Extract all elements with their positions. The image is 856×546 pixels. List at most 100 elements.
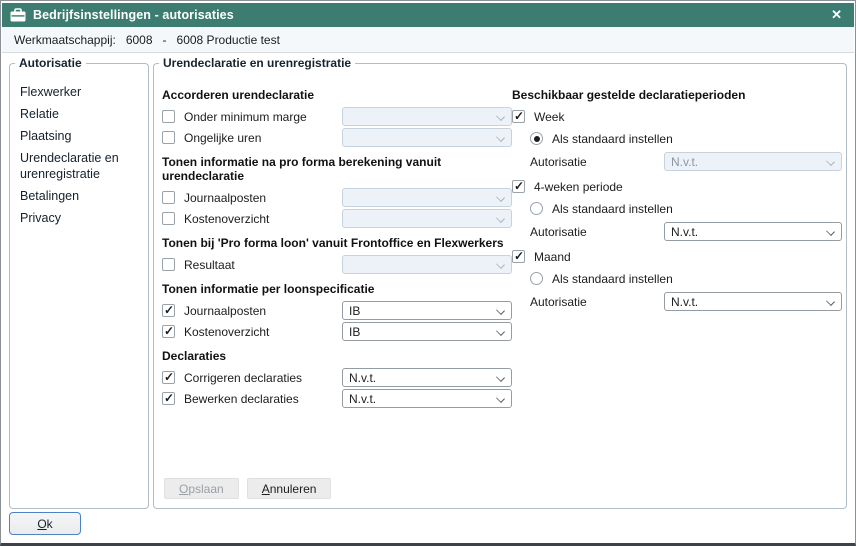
setting-row-journaalposten-proforma: Journaalposten <box>162 188 512 207</box>
radio-label: Als standaard instellen <box>552 272 673 286</box>
dropdown-autorisatie-4weken[interactable]: N.v.t. <box>664 222 842 241</box>
setting-label: Journaalposten <box>184 191 311 205</box>
chevron-down-icon <box>826 297 835 306</box>
checkbox-kostenoverzicht-proforma[interactable] <box>162 212 175 225</box>
dropdown-value: N.v.t. <box>349 392 376 406</box>
sidebar-nav: Flexwerker Relatie Plaatsing Urendeclara… <box>10 64 148 226</box>
window-title: Bedrijfsinstellingen - autorisaties <box>33 8 234 22</box>
radio-standaard-week[interactable] <box>530 132 543 145</box>
cancel-button[interactable]: Annuleren <box>247 478 332 499</box>
setting-row-onder-minimum-marge: Onder minimum marge <box>162 107 512 126</box>
chevron-down-icon <box>496 373 505 382</box>
period-label: Week <box>534 110 564 124</box>
checkbox-journaalposten-proforma[interactable] <box>162 191 175 204</box>
chevron-down-icon <box>496 306 505 315</box>
briefcase-icon <box>10 8 26 22</box>
setting-row-kostenoverzicht-loonspec: Kostenoverzicht IB <box>162 322 512 341</box>
dropdown-autorisatie-maand[interactable]: N.v.t. <box>664 292 842 311</box>
settings-column-right: Beschikbaar gestelde declaratieperioden … <box>512 64 842 317</box>
radio-label: Als standaard instellen <box>552 202 673 216</box>
chevron-down-icon <box>496 260 505 269</box>
main-group: Urendeclaratie en urenregistratie Accord… <box>153 63 847 509</box>
dropdown-autorisatie-week[interactable]: N.v.t. <box>664 152 842 171</box>
setting-label: Journaalposten <box>184 304 311 318</box>
dropdown-kostenoverzicht-proforma[interactable] <box>342 209 512 228</box>
section-title-loonspecificatie: Tonen informatie per loonspecificatie <box>162 282 512 296</box>
chevron-down-icon <box>496 214 505 223</box>
checkbox-week[interactable] <box>512 110 525 123</box>
radio-standaard-maand[interactable] <box>530 272 543 285</box>
dropdown-ongelijke-uren[interactable] <box>342 128 512 147</box>
title-bar: Bedrijfsinstellingen - autorisaties ✕ <box>2 3 854 27</box>
dropdown-journaalposten-loonspec[interactable]: IB <box>342 301 512 320</box>
checkbox-bewerken-declaraties[interactable] <box>162 392 175 405</box>
section-title-declaraties: Declaraties <box>162 349 512 363</box>
chevron-down-icon <box>496 133 505 142</box>
close-icon[interactable]: ✕ <box>827 7 846 23</box>
sidebar-item-privacy[interactable]: Privacy <box>20 210 140 226</box>
checkbox-journaalposten-loonspec[interactable] <box>162 304 175 317</box>
section-title-proforma-loon: Tonen bij 'Pro forma loon' vanuit Fronto… <box>162 236 512 250</box>
ok-button[interactable]: Ok <box>9 512 81 535</box>
werkmaatschappij-code: 6008 <box>126 33 153 47</box>
dropdown-value: N.v.t. <box>671 155 698 169</box>
setting-label: Bewerken declaraties <box>184 392 311 406</box>
chevron-down-icon <box>496 394 505 403</box>
autorisatie-row-week: Autorisatie N.v.t. <box>530 151 842 172</box>
chevron-down-icon <box>826 157 835 166</box>
dropdown-corrigeren-declaraties[interactable]: N.v.t. <box>342 368 512 387</box>
sidebar-item-betalingen[interactable]: Betalingen <box>20 188 140 204</box>
setting-label: Onder minimum marge <box>184 110 311 124</box>
dropdown-journaalposten-proforma[interactable] <box>342 188 512 207</box>
checkbox-ongelijke-uren[interactable] <box>162 131 175 144</box>
setting-row-journaalposten-loonspec: Journaalposten IB <box>162 301 512 320</box>
werkmaatschappij-separator: - <box>163 33 167 47</box>
period-row-4weken: 4-weken periode <box>512 177 842 196</box>
werkmaatschappij-company: 6008 Productie test <box>177 33 280 47</box>
dropdown-value: N.v.t. <box>671 225 698 239</box>
sidebar-item-flexwerker[interactable]: Flexwerker <box>20 84 140 100</box>
dropdown-value: N.v.t. <box>349 371 376 385</box>
form-actions: Opslaan Annuleren <box>164 478 331 499</box>
dropdown-resultaat[interactable] <box>342 255 512 274</box>
autorisatie-label: Autorisatie <box>530 155 662 169</box>
dropdown-value: IB <box>349 325 360 339</box>
chevron-down-icon <box>496 193 505 202</box>
sidebar-item-relatie[interactable]: Relatie <box>20 106 140 122</box>
sidebar-item-urendeclaratie[interactable]: Urendeclaratie en urenregistratie <box>20 150 140 182</box>
section-title-proforma-urendeclaratie: Tonen informatie na pro forma berekening… <box>162 155 512 183</box>
dropdown-value: N.v.t. <box>671 295 698 309</box>
sidebar-legend: Autorisatie <box>15 56 86 70</box>
setting-label: Ongelijke uren <box>184 131 311 145</box>
checkbox-corrigeren-declaraties[interactable] <box>162 371 175 384</box>
default-row-4weken: Als standaard instellen <box>530 199 842 218</box>
dialog-window: Bedrijfsinstellingen - autorisaties ✕ We… <box>0 0 856 546</box>
radio-label: Als standaard instellen <box>552 132 673 146</box>
dropdown-onder-minimum-marge[interactable] <box>342 107 512 126</box>
checkbox-maand[interactable] <box>512 250 525 263</box>
autorisatie-row-4weken: Autorisatie N.v.t. <box>530 221 842 242</box>
period-row-week: Week <box>512 107 842 126</box>
setting-label: Kostenoverzicht <box>184 212 311 226</box>
radio-standaard-4weken[interactable] <box>530 202 543 215</box>
chevron-down-icon <box>826 227 835 236</box>
dropdown-bewerken-declaraties[interactable]: N.v.t. <box>342 389 512 408</box>
werkmaatschappij-label: Werkmaatschappij: <box>14 33 116 47</box>
checkbox-onder-minimum-marge[interactable] <box>162 110 175 123</box>
save-button[interactable]: Opslaan <box>164 478 239 499</box>
period-label: 4-weken periode <box>534 180 623 194</box>
checkbox-kostenoverzicht-loonspec[interactable] <box>162 325 175 338</box>
autorisatie-label: Autorisatie <box>530 295 662 309</box>
setting-label: Resultaat <box>184 258 311 272</box>
sidebar-item-plaatsing[interactable]: Plaatsing <box>20 128 140 144</box>
default-row-week: Als standaard instellen <box>530 129 842 148</box>
context-bar: Werkmaatschappij: 6008 - 6008 Productie … <box>2 27 854 53</box>
chevron-down-icon <box>496 112 505 121</box>
setting-row-bewerken-declaraties: Bewerken declaraties N.v.t. <box>162 389 512 408</box>
dropdown-kostenoverzicht-loonspec[interactable]: IB <box>342 322 512 341</box>
checkbox-4weken[interactable] <box>512 180 525 193</box>
setting-label: Corrigeren declaraties <box>184 371 311 385</box>
checkbox-resultaat[interactable] <box>162 258 175 271</box>
autorisatie-label: Autorisatie <box>530 225 662 239</box>
setting-row-ongelijke-uren: Ongelijke uren <box>162 128 512 147</box>
